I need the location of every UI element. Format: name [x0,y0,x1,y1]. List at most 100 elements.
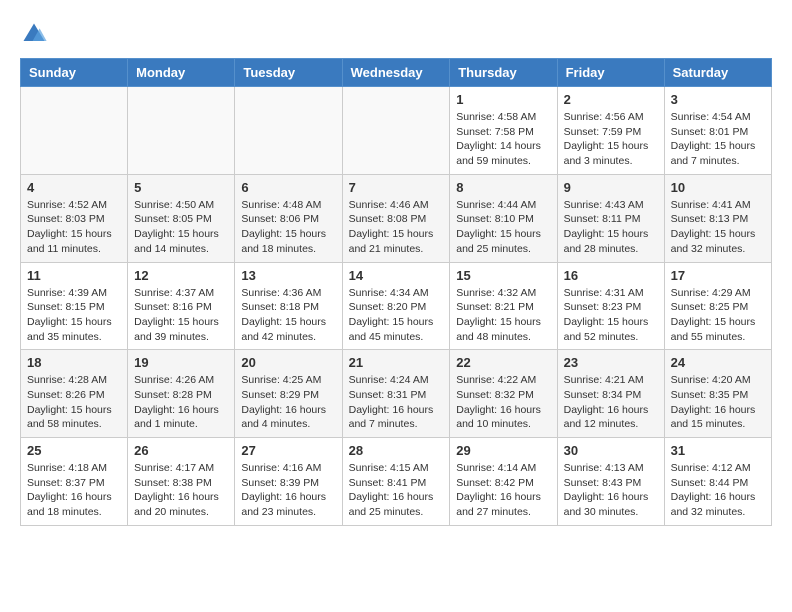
day-number: 7 [349,180,444,195]
day-cell: 11 Sunrise: 4:39 AM Sunset: 8:15 PM Dayli… [21,262,128,350]
day-info: Sunrise: 4:44 AM Sunset: 8:10 PM Dayligh… [456,198,550,257]
day-info: Sunrise: 4:18 AM Sunset: 8:37 PM Dayligh… [27,461,121,520]
day-info: Sunrise: 4:34 AM Sunset: 8:20 PM Dayligh… [349,286,444,345]
day-cell: 5 Sunrise: 4:50 AM Sunset: 8:05 PM Daylig… [128,174,235,262]
day-info: Sunrise: 4:17 AM Sunset: 8:38 PM Dayligh… [134,461,228,520]
day-info: Sunrise: 4:41 AM Sunset: 8:13 PM Dayligh… [671,198,765,257]
day-number: 4 [27,180,121,195]
day-cell: 30 Sunrise: 4:13 AM Sunset: 8:43 PM Dayli… [557,438,664,526]
day-info: Sunrise: 4:31 AM Sunset: 8:23 PM Dayligh… [564,286,658,345]
day-info: Sunrise: 4:48 AM Sunset: 8:06 PM Dayligh… [241,198,335,257]
day-cell: 27 Sunrise: 4:16 AM Sunset: 8:39 PM Dayli… [235,438,342,526]
day-info: Sunrise: 4:20 AM Sunset: 8:35 PM Dayligh… [671,373,765,432]
day-number: 18 [27,355,121,370]
week-row-4: 18 Sunrise: 4:28 AM Sunset: 8:26 PM Dayli… [21,350,772,438]
day-number: 31 [671,443,765,458]
day-info: Sunrise: 4:50 AM Sunset: 8:05 PM Dayligh… [134,198,228,257]
day-cell: 25 Sunrise: 4:18 AM Sunset: 8:37 PM Dayli… [21,438,128,526]
day-info: Sunrise: 4:54 AM Sunset: 8:01 PM Dayligh… [671,110,765,169]
logo-icon [20,20,48,48]
header-row: SundayMondayTuesdayWednesdayThursdayFrid… [21,59,772,87]
day-number: 5 [134,180,228,195]
day-cell: 23 Sunrise: 4:21 AM Sunset: 8:34 PM Dayli… [557,350,664,438]
header-cell-monday: Monday [128,59,235,87]
day-number: 12 [134,268,228,283]
day-cell: 28 Sunrise: 4:15 AM Sunset: 8:41 PM Dayli… [342,438,450,526]
header-cell-tuesday: Tuesday [235,59,342,87]
day-cell: 1 Sunrise: 4:58 AM Sunset: 7:58 PM Daylig… [450,87,557,175]
day-info: Sunrise: 4:29 AM Sunset: 8:25 PM Dayligh… [671,286,765,345]
day-number: 8 [456,180,550,195]
day-number: 3 [671,92,765,107]
day-info: Sunrise: 4:56 AM Sunset: 7:59 PM Dayligh… [564,110,658,169]
week-row-1: 1 Sunrise: 4:58 AM Sunset: 7:58 PM Daylig… [21,87,772,175]
day-number: 29 [456,443,550,458]
day-number: 20 [241,355,335,370]
day-number: 26 [134,443,228,458]
day-info: Sunrise: 4:58 AM Sunset: 7:58 PM Dayligh… [456,110,550,169]
header-cell-wednesday: Wednesday [342,59,450,87]
day-number: 16 [564,268,658,283]
day-cell: 22 Sunrise: 4:22 AM Sunset: 8:32 PM Dayli… [450,350,557,438]
day-cell: 12 Sunrise: 4:37 AM Sunset: 8:16 PM Dayli… [128,262,235,350]
day-info: Sunrise: 4:39 AM Sunset: 8:15 PM Dayligh… [27,286,121,345]
day-cell [21,87,128,175]
week-row-5: 25 Sunrise: 4:18 AM Sunset: 8:37 PM Dayli… [21,438,772,526]
day-number: 23 [564,355,658,370]
day-cell: 2 Sunrise: 4:56 AM Sunset: 7:59 PM Daylig… [557,87,664,175]
week-row-3: 11 Sunrise: 4:39 AM Sunset: 8:15 PM Dayli… [21,262,772,350]
day-info: Sunrise: 4:12 AM Sunset: 8:44 PM Dayligh… [671,461,765,520]
day-number: 19 [134,355,228,370]
day-cell: 8 Sunrise: 4:44 AM Sunset: 8:10 PM Daylig… [450,174,557,262]
week-row-2: 4 Sunrise: 4:52 AM Sunset: 8:03 PM Daylig… [21,174,772,262]
day-number: 28 [349,443,444,458]
day-info: Sunrise: 4:37 AM Sunset: 8:16 PM Dayligh… [134,286,228,345]
day-cell: 19 Sunrise: 4:26 AM Sunset: 8:28 PM Dayli… [128,350,235,438]
header-cell-sunday: Sunday [21,59,128,87]
day-number: 27 [241,443,335,458]
day-cell: 13 Sunrise: 4:36 AM Sunset: 8:18 PM Dayli… [235,262,342,350]
day-info: Sunrise: 4:15 AM Sunset: 8:41 PM Dayligh… [349,461,444,520]
day-cell: 17Sunrise: 4:29 AM Sunset: 8:25 PM Dayli… [664,262,771,350]
day-info: Sunrise: 4:36 AM Sunset: 8:18 PM Dayligh… [241,286,335,345]
day-number: 25 [27,443,121,458]
day-info: Sunrise: 4:26 AM Sunset: 8:28 PM Dayligh… [134,373,228,432]
day-number: 15 [456,268,550,283]
day-info: Sunrise: 4:22 AM Sunset: 8:32 PM Dayligh… [456,373,550,432]
day-number: 11 [27,268,121,283]
day-cell: 18 Sunrise: 4:28 AM Sunset: 8:26 PM Dayli… [21,350,128,438]
day-cell: 9Sunrise: 4:43 AM Sunset: 8:11 PM Daylig… [557,174,664,262]
calendar-table: SundayMondayTuesdayWednesdayThursdayFrid… [20,58,772,526]
day-cell: 4 Sunrise: 4:52 AM Sunset: 8:03 PM Daylig… [21,174,128,262]
day-info: Sunrise: 4:13 AM Sunset: 8:43 PM Dayligh… [564,461,658,520]
day-cell: 7Sunrise: 4:46 AM Sunset: 8:08 PM Daylig… [342,174,450,262]
day-number: 13 [241,268,335,283]
day-cell: 20Sunrise: 4:25 AM Sunset: 8:29 PM Dayli… [235,350,342,438]
day-number: 6 [241,180,335,195]
calendar-body: 1 Sunrise: 4:58 AM Sunset: 7:58 PM Daylig… [21,87,772,526]
day-cell: 26 Sunrise: 4:17 AM Sunset: 8:38 PM Dayli… [128,438,235,526]
day-cell: 3 Sunrise: 4:54 AM Sunset: 8:01 PM Daylig… [664,87,771,175]
day-number: 1 [456,92,550,107]
day-cell: 6 Sunrise: 4:48 AM Sunset: 8:06 PM Daylig… [235,174,342,262]
day-info: Sunrise: 4:52 AM Sunset: 8:03 PM Dayligh… [27,198,121,257]
header-cell-friday: Friday [557,59,664,87]
logo [20,20,52,48]
day-number: 2 [564,92,658,107]
day-cell: 14Sunrise: 4:34 AM Sunset: 8:20 PM Dayli… [342,262,450,350]
day-info: Sunrise: 4:24 AM Sunset: 8:31 PM Dayligh… [349,373,444,432]
header-cell-thursday: Thursday [450,59,557,87]
day-number: 22 [456,355,550,370]
day-info: Sunrise: 4:28 AM Sunset: 8:26 PM Dayligh… [27,373,121,432]
day-info: Sunrise: 4:14 AM Sunset: 8:42 PM Dayligh… [456,461,550,520]
day-number: 30 [564,443,658,458]
day-cell [128,87,235,175]
calendar-header: SundayMondayTuesdayWednesdayThursdayFrid… [21,59,772,87]
day-cell: 24Sunrise: 4:20 AM Sunset: 8:35 PM Dayli… [664,350,771,438]
day-cell: 31 Sunrise: 4:12 AM Sunset: 8:44 PM Dayli… [664,438,771,526]
header [20,20,772,48]
day-info: Sunrise: 4:16 AM Sunset: 8:39 PM Dayligh… [241,461,335,520]
day-cell: 16 Sunrise: 4:31 AM Sunset: 8:23 PM Dayli… [557,262,664,350]
day-cell: 21Sunrise: 4:24 AM Sunset: 8:31 PM Dayli… [342,350,450,438]
day-info: Sunrise: 4:21 AM Sunset: 8:34 PM Dayligh… [564,373,658,432]
